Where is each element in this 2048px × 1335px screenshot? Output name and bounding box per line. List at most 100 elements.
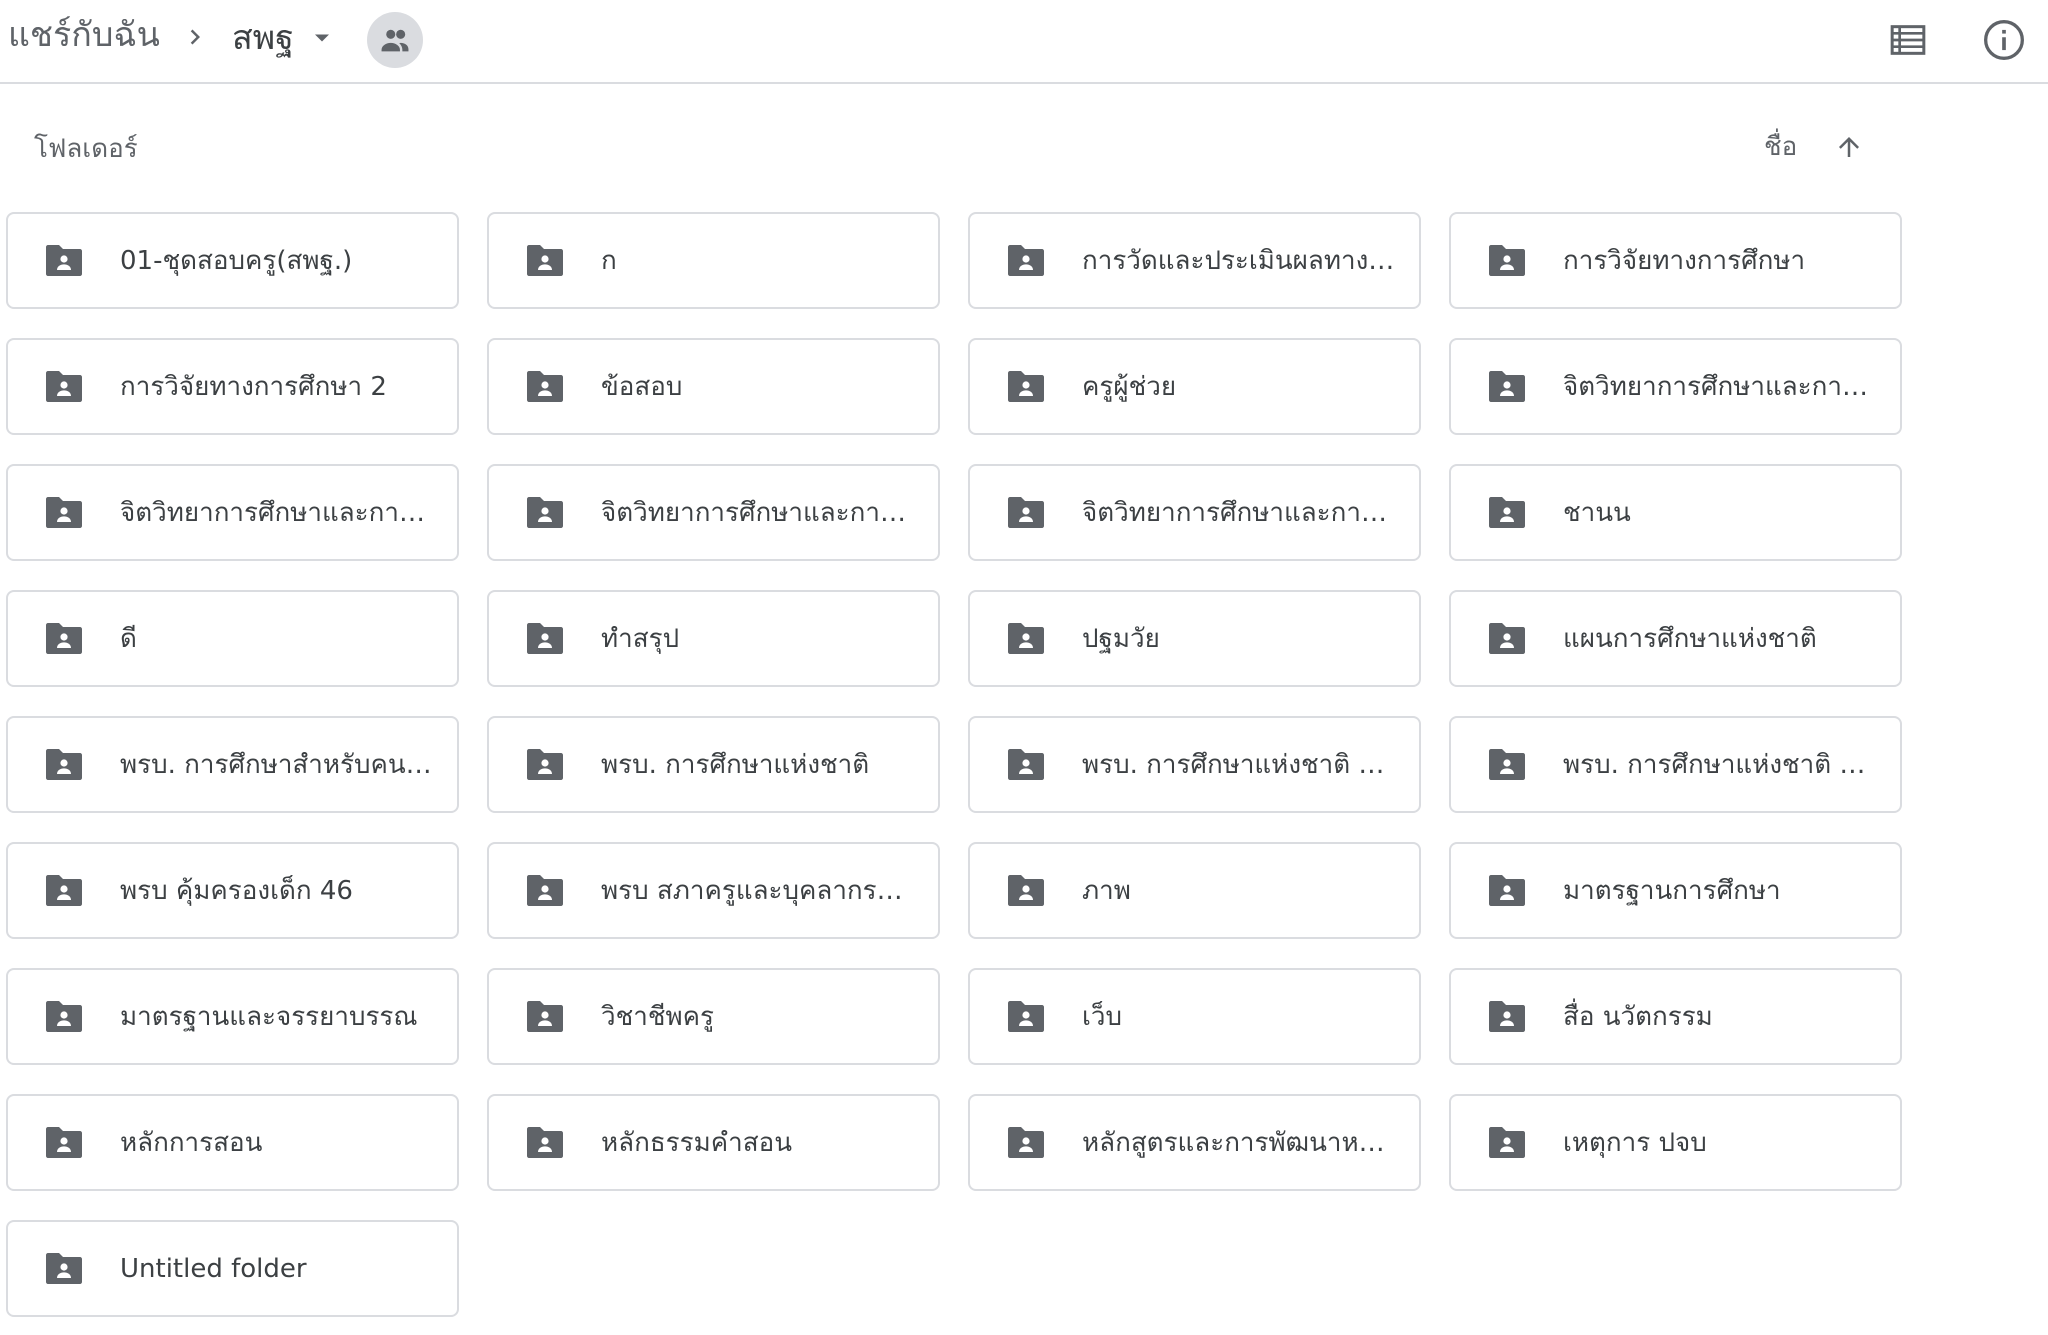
folder-name: ทำสรุป: [601, 624, 680, 654]
folder-card[interactable]: พรบ. การศึกษาแห่งชาติ: [487, 716, 940, 813]
folder-name: สื่อ นวัตกรรม: [1563, 1002, 1713, 1032]
folder-name: การวัดและประเมินผลทางกา...: [1082, 246, 1419, 276]
folder-card[interactable]: การวิจัยทางการศึกษา: [1449, 212, 1902, 309]
details-button[interactable]: [1976, 12, 2032, 68]
folder-name: แผนการศึกษาแห่งชาติ: [1563, 624, 1817, 654]
folder-card[interactable]: ครูผู้ช่วย: [968, 338, 1421, 435]
shared-folder-icon: [46, 1126, 82, 1158]
folder-card[interactable]: ทำสรุป: [487, 590, 940, 687]
folder-card[interactable]: เหตุการ ปจบ: [1449, 1094, 1902, 1191]
info-icon: [1984, 20, 2024, 60]
folder-name: พรบ คุ้มครองเด็ก 46: [120, 876, 353, 906]
folder-card[interactable]: สื่อ นวัตกรรม: [1449, 968, 1902, 1065]
folder-name: พรบ. การศึกษาสำหรับคนพิ...: [120, 750, 448, 780]
folder-name: การวิจัยทางการศึกษา 2: [120, 372, 387, 402]
people-icon: [381, 29, 409, 52]
folder-card[interactable]: หลักธรรมคำสอน: [487, 1094, 940, 1191]
folder-card[interactable]: หลักสูตรและการพัฒนาหลัก...: [968, 1094, 1421, 1191]
shared-folder-icon: [1489, 748, 1525, 780]
folder-name: เหตุการ ปจบ: [1563, 1128, 1707, 1158]
folder-card[interactable]: แผนการศึกษาแห่งชาติ: [1449, 590, 1902, 687]
folder-card[interactable]: การวิจัยทางการศึกษา 2: [6, 338, 459, 435]
folder-name: ปฐมวัย: [1082, 624, 1160, 654]
folder-card[interactable]: จิตวิทยาการศึกษาและการแ...: [487, 464, 940, 561]
folder-card[interactable]: การวัดและประเมินผลทางกา...: [968, 212, 1421, 309]
shared-folder-icon: [46, 496, 82, 528]
shared-folder-icon: [527, 874, 563, 906]
folder-card[interactable]: ก: [487, 212, 940, 309]
caret-down-icon: [314, 34, 329, 42]
shared-folder-icon: [46, 748, 82, 780]
shared-folder-icon: [46, 1000, 82, 1032]
shared-folder-icon: [1008, 748, 1044, 780]
folder-card[interactable]: จิตวิทยาการศึกษาและการแ...: [968, 464, 1421, 561]
folder-card[interactable]: พรบ. การศึกษาแห่งชาติ ภาพ: [1449, 716, 1902, 813]
list-view-icon: [1890, 25, 1926, 55]
folder-name: พรบ. การศึกษาแห่งชาติ ภาพ: [1563, 750, 1889, 780]
folder-name: ข้อสอบ: [601, 372, 683, 402]
sort-direction-button[interactable]: [1826, 124, 1872, 170]
folder-card[interactable]: หลักการสอน: [6, 1094, 459, 1191]
shared-folder-icon: [1489, 622, 1525, 654]
folder-name: มาตรฐานการศึกษา: [1563, 876, 1781, 906]
folder-name: Untitled folder: [120, 1253, 307, 1284]
shared-folder-icon: [527, 1000, 563, 1032]
folder-name: การวิจัยทางการศึกษา: [1563, 246, 1806, 276]
top-bar: แชร์กับฉัน สพฐ: [0, 0, 2048, 84]
folder-card[interactable]: ปฐมวัย: [968, 590, 1421, 687]
shared-folder-icon: [527, 1126, 563, 1158]
folder-card[interactable]: ภาพ: [968, 842, 1421, 939]
folder-name: พรบ. การศึกษาแห่งชาติ: [601, 750, 870, 780]
shared-folder-icon: [527, 370, 563, 402]
folders-section-title: โฟลเดอร์: [34, 134, 138, 164]
folder-name: ก: [601, 246, 617, 276]
breadcrumb-shared-with-me[interactable]: แชร์กับฉัน: [8, 10, 160, 60]
folder-name: หลักการสอน: [120, 1128, 263, 1158]
folder-name: เว็บ: [1082, 1002, 1122, 1032]
breadcrumb-current-folder[interactable]: สพฐ: [232, 10, 336, 66]
folder-name: มาตรฐานและจรรยาบรรณ: [120, 1002, 418, 1032]
folder-card[interactable]: จิตวิทยาการศึกษาและการแ...: [6, 464, 459, 561]
folder-name: จิตวิทยาการศึกษาและการแ...: [601, 498, 936, 528]
folder-card[interactable]: พรบ สภาครูและบุคลากรทาง...: [487, 842, 940, 939]
folder-card[interactable]: 01-ชุดสอบครู(สพฐ.): [6, 212, 459, 309]
folder-name: หลักสูตรและการพัฒนาหลัก...: [1082, 1128, 1416, 1158]
folder-name: 01-ชุดสอบครู(สพฐ.): [120, 246, 353, 276]
shared-folder-icon: [1008, 244, 1044, 276]
folder-name: หลักธรรมคำสอน: [601, 1128, 793, 1158]
shared-folder-icon: [1489, 244, 1525, 276]
shared-folder-icon: [527, 244, 563, 276]
sort-by-name-button[interactable]: ชื่อ: [1764, 124, 1797, 170]
shared-folder-icon: [46, 874, 82, 906]
folder-card[interactable]: ดี: [6, 590, 459, 687]
shared-folder-icon: [46, 1252, 82, 1284]
folder-card[interactable]: พรบ คุ้มครองเด็ก 46: [6, 842, 459, 939]
folder-card[interactable]: มาตรฐานการศึกษา: [1449, 842, 1902, 939]
shared-folder-icon: [46, 370, 82, 402]
folder-card[interactable]: พรบ. การศึกษาสำหรับคนพิ...: [6, 716, 459, 813]
shared-folder-icon: [527, 748, 563, 780]
current-folder-label: สพฐ: [232, 18, 294, 58]
folder-name: ดี: [120, 624, 137, 654]
folder-card[interactable]: มาตรฐานและจรรยาบรรณ: [6, 968, 459, 1065]
folder-grid: 01-ชุดสอบครู(สพฐ.) ก การวัดและประเมินผลทาง…: [6, 212, 1902, 1317]
shared-folder-icon: [1489, 874, 1525, 906]
shared-folder-button[interactable]: [367, 12, 423, 68]
folder-name: วิชาชีพครู: [601, 1002, 714, 1032]
folder-card[interactable]: วิชาชีพครู: [487, 968, 940, 1065]
folder-card[interactable]: ข้อสอบ: [487, 338, 940, 435]
shared-folder-icon: [1008, 370, 1044, 402]
shared-folder-icon: [1008, 874, 1044, 906]
shared-folder-icon: [527, 496, 563, 528]
folder-card[interactable]: จิตวิทยาการศึกษาและการแ...: [1449, 338, 1902, 435]
folder-card[interactable]: เว็บ: [968, 968, 1421, 1065]
folder-card[interactable]: ชานน: [1449, 464, 1902, 561]
shared-folder-icon: [1489, 370, 1525, 402]
folder-name: พรบ สภาครูและบุคลากรทาง...: [601, 876, 938, 906]
arrow-up-icon: [1839, 137, 1859, 157]
folder-card[interactable]: พรบ. การศึกษาแห่งชาติ 25...: [968, 716, 1421, 813]
folder-card[interactable]: Untitled folder: [6, 1220, 459, 1317]
list-view-button[interactable]: [1880, 12, 1936, 68]
shared-folder-icon: [1008, 622, 1044, 654]
shared-folder-icon: [1489, 496, 1525, 528]
